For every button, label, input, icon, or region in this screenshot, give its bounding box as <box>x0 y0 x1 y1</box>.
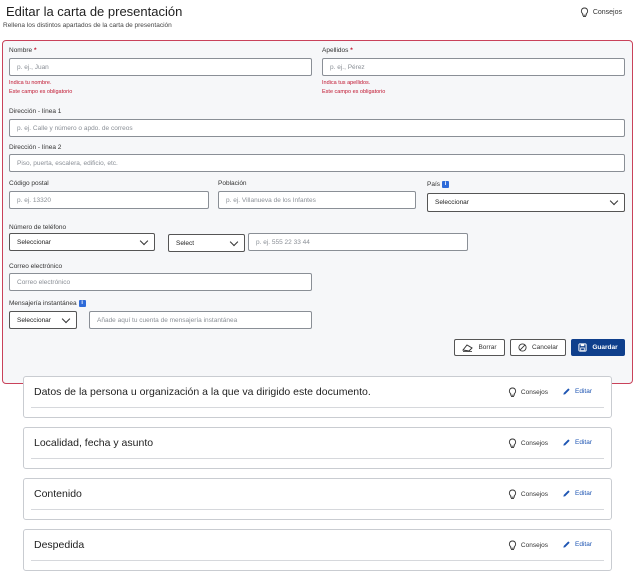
apellidos-error: Indica tus apellidos. Este campo es oblig… <box>322 80 386 95</box>
section-localidad: Localidad, fecha y asunto Consejos Edita… <box>23 427 612 469</box>
section-edit-button[interactable]: Editar <box>562 540 592 549</box>
section-edit-button[interactable]: Editar <box>562 387 592 396</box>
tips-label: Consejos <box>520 542 548 549</box>
cancel-icon <box>518 343 527 352</box>
direccion2-label: Dirección - línea 2 <box>9 144 62 151</box>
poblacion-input[interactable]: p. ej. Villanueva de los Infantes <box>218 191 416 209</box>
mensajeria-type-select[interactable]: Seleccionar <box>9 311 77 329</box>
info-icon[interactable]: i <box>78 300 86 307</box>
save-button[interactable]: Guardar <box>571 339 625 356</box>
section-edit-button[interactable]: Editar <box>562 438 592 447</box>
pencil-icon <box>563 490 570 497</box>
section-tips-link[interactable]: Consejos <box>508 438 548 449</box>
correo-label: Correo electrónico <box>9 263 63 270</box>
telefono-prefix-select[interactable]: Select <box>168 234 245 252</box>
tips-link[interactable]: Consejos <box>580 7 622 18</box>
lightbulb-icon <box>508 387 516 397</box>
tips-label: Consejos <box>592 9 622 16</box>
lightbulb-icon <box>580 7 588 17</box>
divider <box>31 407 604 408</box>
section-title: Despedida <box>34 539 85 551</box>
cancel-label: Cancelar <box>531 344 558 351</box>
pencil-icon <box>563 439 570 446</box>
pais-label: País i <box>427 181 450 188</box>
edit-label: Editar <box>575 388 592 395</box>
correo-input[interactable]: Correo electrónico <box>9 273 312 291</box>
divider <box>31 458 604 459</box>
codigo-postal-label: Código postal <box>9 180 49 187</box>
info-icon[interactable]: i <box>442 181 450 188</box>
nombre-input[interactable]: p. ej., Juan <box>9 58 312 76</box>
chevron-down-icon <box>609 196 619 206</box>
chevron-down-icon <box>229 237 239 246</box>
tips-label: Consejos <box>520 440 548 447</box>
telefono-type-select[interactable]: Seleccionar <box>9 233 155 251</box>
pais-select[interactable]: Seleccionar <box>427 193 625 212</box>
pencil-icon <box>563 541 570 548</box>
page-title: Editar la carta de presentación <box>6 4 183 19</box>
tips-label: Consejos <box>520 389 548 396</box>
chevron-down-icon <box>61 314 71 323</box>
tips-label: Consejos <box>520 491 548 498</box>
clear-button[interactable]: Borrar <box>454 339 505 356</box>
divider <box>31 560 604 561</box>
page-subtitle: Rellena los distintos apartados de la ca… <box>3 22 172 29</box>
section-title: Contenido <box>34 488 82 500</box>
lightbulb-icon <box>508 540 516 550</box>
telefono-label: Número de teléfono <box>9 224 67 231</box>
apellidos-label: Apellidos * <box>322 47 353 54</box>
apellidos-input[interactable]: p. ej., Pérez <box>322 58 625 76</box>
edit-label: Editar <box>575 490 592 497</box>
chevron-down-icon <box>139 236 149 245</box>
mensajeria-input[interactable]: Añade aquí tu cuenta de mensajería insta… <box>89 311 312 329</box>
section-destinatario: Datos de la persona u organización a la … <box>23 376 612 418</box>
section-tips-link[interactable]: Consejos <box>508 489 548 500</box>
pencil-icon <box>563 388 570 395</box>
mensajeria-label: Mensajería instantánea i <box>9 300 86 307</box>
section-title: Localidad, fecha y asunto <box>34 437 154 449</box>
lightbulb-icon <box>508 438 516 448</box>
section-edit-button[interactable]: Editar <box>562 489 592 498</box>
direccion2-input[interactable]: Piso, puerta, escalera, edificio, etc. <box>9 154 625 172</box>
section-despedida: Despedida Consejos Editar <box>23 529 612 571</box>
codigo-postal-input[interactable]: p. ej. 13320 <box>9 191 209 209</box>
save-label: Guardar <box>592 344 618 351</box>
telefono-input[interactable]: p. ej. 555 22 33 44 <box>248 233 468 251</box>
save-icon <box>578 343 587 352</box>
direccion1-label: Dirección - línea 1 <box>9 108 62 115</box>
poblacion-label: Población <box>218 180 247 187</box>
nombre-label: Nombre * <box>9 47 37 54</box>
lightbulb-icon <box>508 489 516 499</box>
section-tips-link[interactable]: Consejos <box>508 387 548 398</box>
edit-label: Editar <box>575 541 592 548</box>
direccion1-input[interactable]: p. ej. Calle y número o apdo. de correos <box>9 119 625 137</box>
section-tips-link[interactable]: Consejos <box>508 540 548 551</box>
divider <box>31 509 604 510</box>
clear-label: Borrar <box>478 344 497 351</box>
edit-label: Editar <box>575 439 592 446</box>
cover-letter-form: Nombre * p. ej., Juan Indica tu nombre. E… <box>2 40 633 384</box>
eraser-icon <box>462 343 474 352</box>
nombre-error: Indica tu nombre. Este campo es obligator… <box>9 80 73 95</box>
section-title: Datos de la persona u organización a la … <box>34 386 371 398</box>
cancel-button[interactable]: Cancelar <box>510 339 566 356</box>
section-contenido: Contenido Consejos Editar <box>23 478 612 520</box>
